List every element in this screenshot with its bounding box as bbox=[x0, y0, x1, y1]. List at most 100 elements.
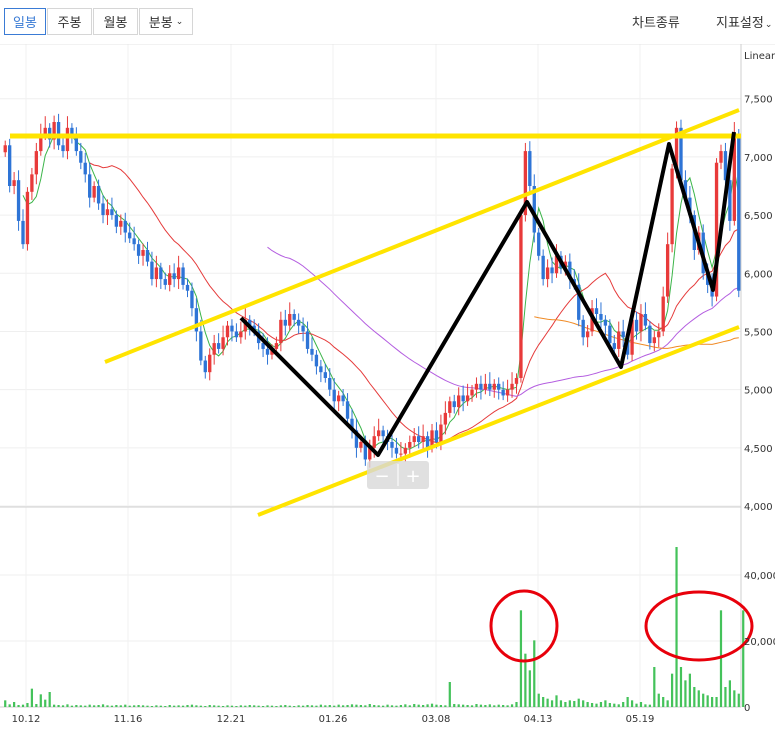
volume-bar bbox=[422, 705, 425, 707]
candle bbox=[599, 302, 603, 328]
volume-bar bbox=[497, 704, 500, 707]
volume-bar bbox=[284, 705, 287, 707]
volume-bar bbox=[21, 704, 25, 707]
candle bbox=[70, 123, 74, 144]
candle bbox=[212, 334, 216, 365]
candle bbox=[505, 379, 510, 402]
tab-minute[interactable]: 분봉 ⌄ bbox=[139, 8, 193, 35]
volume-bar bbox=[582, 700, 585, 707]
candle bbox=[528, 141, 532, 195]
volume-bar bbox=[128, 705, 131, 707]
volume-bar bbox=[66, 704, 69, 707]
tab-daily[interactable]: 일봉 bbox=[4, 8, 46, 35]
candle bbox=[665, 232, 670, 303]
volume-bar bbox=[328, 705, 331, 707]
tab-weekly[interactable]: 주봉 bbox=[47, 8, 92, 35]
candle bbox=[61, 135, 65, 158]
volume-bar bbox=[542, 697, 545, 707]
volume-bar bbox=[106, 705, 109, 707]
chart-type-menu[interactable]: 차트종류 bbox=[632, 12, 680, 31]
volume-bar bbox=[728, 680, 731, 707]
volume-bar bbox=[79, 705, 82, 707]
volume-bar bbox=[17, 705, 20, 707]
zoom-in-button[interactable]: + bbox=[405, 466, 420, 487]
candle bbox=[34, 142, 39, 185]
volume-bar bbox=[697, 690, 700, 707]
volume-bar bbox=[306, 705, 309, 707]
chart-type-label: 차트종류 bbox=[632, 16, 680, 31]
volume-bar bbox=[608, 703, 611, 707]
candle bbox=[350, 408, 354, 439]
tab-minute-label: 분봉 bbox=[148, 16, 173, 31]
candle bbox=[136, 239, 141, 264]
volume-bar bbox=[493, 705, 496, 707]
zigzag-line bbox=[239, 131, 736, 457]
volume-bar bbox=[653, 667, 656, 707]
candle bbox=[234, 323, 239, 342]
candle bbox=[537, 227, 541, 261]
volume-bar bbox=[546, 698, 549, 707]
candle bbox=[501, 381, 505, 401]
volume-bar bbox=[181, 705, 185, 707]
volume-bar bbox=[204, 706, 207, 707]
volume-bar bbox=[364, 705, 367, 707]
volume-bar bbox=[684, 680, 687, 707]
candle bbox=[448, 396, 452, 418]
volume-bar bbox=[355, 704, 358, 707]
volume-bar bbox=[457, 704, 460, 707]
tab-monthly[interactable]: 월봉 bbox=[93, 8, 138, 35]
candle bbox=[412, 428, 416, 447]
volume-bar bbox=[408, 705, 411, 707]
candle bbox=[208, 348, 212, 381]
volume-bar bbox=[515, 702, 518, 707]
volume-bar bbox=[257, 705, 260, 707]
period-tab-bar: 일봉 주봉 월봉 분봉 ⌄ 차트종류 지표설정⌄ bbox=[0, 0, 775, 44]
volume-highlight-circle-2 bbox=[644, 590, 754, 662]
volume-bar bbox=[146, 705, 149, 707]
candle bbox=[39, 123, 43, 156]
stock-chart[interactable]: − + Linear 7,500 7,000 6,500 6,000 5,500 5,000… bbox=[0, 44, 775, 729]
scale-type-label[interactable]: Linear bbox=[744, 51, 775, 62]
volume-bar bbox=[110, 705, 114, 707]
volume-bar bbox=[484, 705, 487, 707]
indicator-settings-menu[interactable]: 지표설정⌄ bbox=[716, 12, 772, 31]
volume-bar bbox=[119, 705, 122, 707]
volume-bar bbox=[488, 704, 491, 707]
volume-bar bbox=[666, 700, 669, 707]
price-tick-label: 4,000 bbox=[744, 502, 773, 513]
volume-bar bbox=[390, 705, 394, 707]
zoom-out-button[interactable]: − bbox=[374, 466, 389, 487]
candle bbox=[301, 317, 305, 342]
volume-bar bbox=[310, 705, 314, 707]
volume-bar bbox=[53, 704, 56, 707]
volume-bar bbox=[426, 704, 429, 707]
candle bbox=[354, 418, 359, 458]
candle bbox=[181, 262, 185, 290]
candle bbox=[345, 393, 350, 426]
volume-bar bbox=[395, 705, 398, 707]
volume-bar bbox=[324, 705, 327, 707]
candle bbox=[119, 214, 123, 235]
volume-bar bbox=[44, 699, 47, 707]
volume-bar bbox=[453, 704, 456, 707]
candle bbox=[452, 394, 456, 414]
volume-bar bbox=[688, 673, 691, 707]
volume-bar bbox=[635, 703, 638, 707]
volume-bar bbox=[141, 705, 145, 707]
candle bbox=[497, 377, 501, 400]
volume-bar bbox=[435, 704, 438, 707]
candle bbox=[172, 263, 176, 288]
volume-bar bbox=[315, 705, 318, 707]
volume-bar bbox=[13, 702, 16, 707]
volume-bar bbox=[319, 704, 322, 707]
moving-average-lines bbox=[22, 133, 740, 450]
volume-bar bbox=[208, 705, 211, 707]
candle bbox=[239, 321, 243, 344]
volume-bar bbox=[706, 695, 709, 707]
volume-bar bbox=[57, 705, 60, 707]
candle bbox=[532, 174, 536, 243]
volume-bar bbox=[373, 705, 376, 707]
candle bbox=[603, 315, 608, 336]
volume-bar bbox=[190, 704, 194, 707]
chevron-down-icon: ⌄ bbox=[175, 16, 184, 27]
